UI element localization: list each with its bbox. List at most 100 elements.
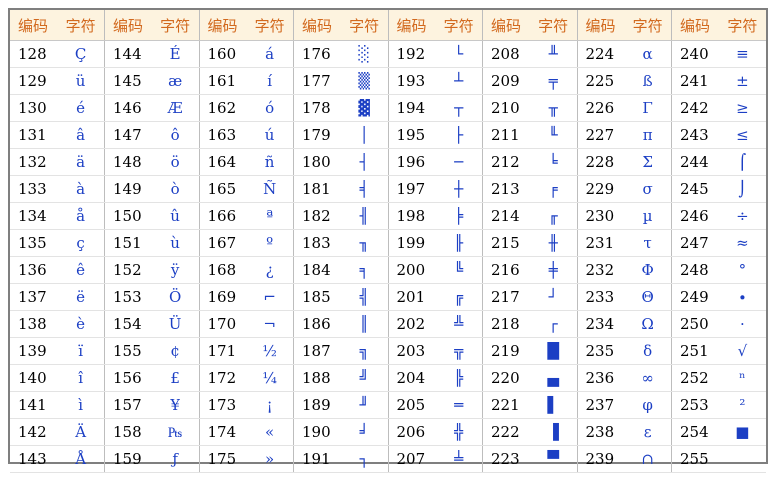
code-cell: 255 bbox=[671, 445, 719, 473]
char-cell: î bbox=[57, 364, 106, 392]
code-cell: 144 bbox=[104, 40, 152, 68]
code-cell: 213 bbox=[482, 175, 530, 203]
code-cell: 221 bbox=[482, 391, 530, 419]
char-cell: ▀ bbox=[529, 445, 578, 473]
char-cell: ╤ bbox=[529, 67, 578, 95]
char-cell: ô bbox=[151, 121, 200, 149]
code-cell: 204 bbox=[388, 364, 436, 392]
code-cell: 131 bbox=[10, 121, 58, 149]
char-cell: α bbox=[624, 40, 673, 68]
code-cell: 162 bbox=[199, 94, 247, 122]
code-cell: 178 bbox=[293, 94, 341, 122]
char-cell: ì bbox=[57, 391, 106, 419]
char-cell: ╘ bbox=[529, 148, 578, 176]
char-cell: ï bbox=[57, 337, 106, 365]
code-cell: 194 bbox=[388, 94, 436, 122]
code-cell: 192 bbox=[388, 40, 436, 68]
char-cell: ¥ bbox=[151, 391, 200, 419]
code-cell: 142 bbox=[10, 418, 58, 446]
code-cell: 229 bbox=[577, 175, 625, 203]
code-cell: 216 bbox=[482, 256, 530, 284]
code-cell: 211 bbox=[482, 121, 530, 149]
code-cell: 235 bbox=[577, 337, 625, 365]
char-cell: └ bbox=[435, 40, 484, 68]
char-cell: ╖ bbox=[340, 229, 389, 257]
char-cell: ä bbox=[57, 148, 106, 176]
char-cell: ╨ bbox=[529, 40, 578, 68]
char-cell: ├ bbox=[435, 121, 484, 149]
code-cell: 187 bbox=[293, 337, 341, 365]
code-cell: 188 bbox=[293, 364, 341, 392]
char-cell: ╒ bbox=[529, 175, 578, 203]
table-row: 142 Ä 158 ₧ 174 «190 ╛ 206 ╬ 222 ▐ 238 ε 254 ■ bbox=[10, 418, 766, 446]
char-cell: ª bbox=[246, 202, 295, 230]
char-cell: Φ bbox=[624, 256, 673, 284]
char-cell: à bbox=[57, 175, 106, 203]
char-cell: ═ bbox=[435, 391, 484, 419]
code-cell: 166 bbox=[199, 202, 247, 230]
code-cell: 148 bbox=[104, 148, 152, 176]
header-char: 字符 bbox=[57, 10, 106, 41]
code-cell: 150 bbox=[104, 202, 152, 230]
code-cell: 134 bbox=[10, 202, 58, 230]
char-cell: û bbox=[151, 202, 200, 230]
char-cell: ┌ bbox=[529, 310, 578, 338]
code-cell: 185 bbox=[293, 283, 341, 311]
code-cell: 179 bbox=[293, 121, 341, 149]
table-row: 128 Ç 144 É 160 á 176 ░ 192 └ 208 ╨ 224 α 240 ≡ bbox=[10, 40, 766, 68]
code-cell: 207 bbox=[388, 445, 436, 473]
code-cell: 173 bbox=[199, 391, 247, 419]
char-cell: » bbox=[246, 445, 295, 473]
code-cell: 239 bbox=[577, 445, 625, 473]
code-cell: 155 bbox=[104, 337, 152, 365]
code-cell: 232 bbox=[577, 256, 625, 284]
char-cell: ε bbox=[624, 418, 673, 446]
char-cell: Γ bbox=[624, 94, 673, 122]
char-cell: ñ bbox=[246, 148, 295, 176]
char-cell: ö bbox=[151, 148, 200, 176]
char-cell: ∙ bbox=[718, 283, 766, 311]
code-cell: 212 bbox=[482, 148, 530, 176]
char-cell: ⌐ bbox=[246, 283, 295, 311]
char-cell: ▐ bbox=[529, 418, 578, 446]
char-cell: │ bbox=[340, 121, 389, 149]
char-cell: ∞ bbox=[624, 364, 673, 392]
code-cell: 138 bbox=[10, 310, 58, 338]
code-cell: 226 bbox=[577, 94, 625, 122]
code-cell: 143 bbox=[10, 445, 58, 473]
code-cell: 223 bbox=[482, 445, 530, 473]
code-cell: 184 bbox=[293, 256, 341, 284]
char-cell: ó bbox=[246, 94, 295, 122]
table-body: 128 Ç 144 É 160 á 176 ░ 192 └ 208 ╨ 224 α 240 ≡ 129 ü 145 æ… bbox=[10, 40, 766, 473]
code-cell: 241 bbox=[671, 67, 719, 95]
char-cell: ╠ bbox=[435, 364, 484, 392]
code-cell: 181 bbox=[293, 175, 341, 203]
char-cell: ╝ bbox=[340, 364, 389, 392]
char-cell: ╩ bbox=[435, 310, 484, 338]
char-cell: ╞ bbox=[435, 202, 484, 230]
char-cell: ▄ bbox=[529, 364, 578, 392]
header-char: 字符 bbox=[151, 10, 200, 41]
char-cell: ½ bbox=[246, 337, 295, 365]
char-cell: ≡ bbox=[718, 40, 766, 68]
code-cell: 196 bbox=[388, 148, 436, 176]
char-cell: Å bbox=[57, 445, 106, 473]
code-cell: 190 bbox=[293, 418, 341, 446]
code-cell: 252 bbox=[671, 364, 719, 392]
code-cell: 183 bbox=[293, 229, 341, 257]
code-cell: 217 bbox=[482, 283, 530, 311]
code-cell: 141 bbox=[10, 391, 58, 419]
code-cell: 206 bbox=[388, 418, 436, 446]
code-cell: 219 bbox=[482, 337, 530, 365]
char-cell: φ bbox=[624, 391, 673, 419]
char-cell: ê bbox=[57, 256, 106, 284]
char-cell: ¢ bbox=[151, 337, 200, 365]
code-cell: 163 bbox=[199, 121, 247, 149]
char-cell: Æ bbox=[151, 94, 200, 122]
code-cell: 234 bbox=[577, 310, 625, 338]
char-cell: º bbox=[246, 229, 295, 257]
code-cell: 253 bbox=[671, 391, 719, 419]
code-cell: 254 bbox=[671, 418, 719, 446]
code-cell: 222 bbox=[482, 418, 530, 446]
code-cell: 233 bbox=[577, 283, 625, 311]
